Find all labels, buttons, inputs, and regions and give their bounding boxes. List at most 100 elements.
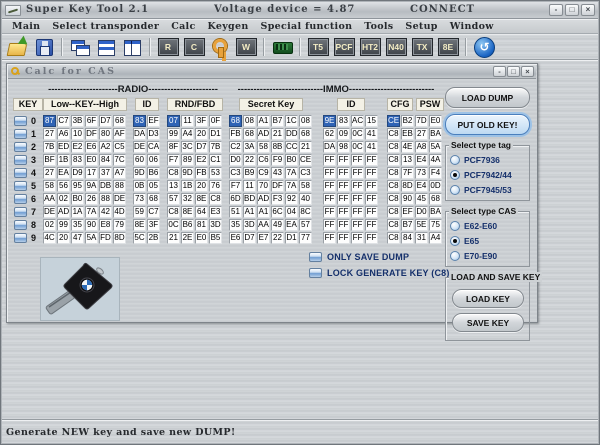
- hex-cell[interactable]: 99: [167, 128, 180, 140]
- hex-cell[interactable]: A4: [181, 128, 194, 140]
- hex-cell[interactable]: 73: [415, 167, 428, 179]
- hex-cell[interactable]: CC: [285, 141, 298, 153]
- hex-cell[interactable]: AD: [257, 128, 270, 140]
- hex-cell[interactable]: A8: [415, 141, 428, 153]
- hex-cell[interactable]: C2: [229, 141, 242, 153]
- hex-cell[interactable]: 98: [337, 141, 350, 153]
- radio-pcf7942-44[interactable]: PCF7942/44: [450, 167, 525, 182]
- hex-cell[interactable]: 58: [299, 180, 312, 192]
- hex-cell[interactable]: 68: [229, 115, 242, 127]
- ht2-button[interactable]: HT2: [358, 36, 382, 58]
- checkbox-only-save-dump[interactable]: ONLY SAVE DUMP: [309, 249, 450, 265]
- hex-cell[interactable]: DA: [323, 141, 336, 153]
- hex-cell[interactable]: E4: [415, 180, 428, 192]
- hex-cell[interactable]: AD: [57, 206, 70, 218]
- hex-cell[interactable]: 80: [99, 128, 112, 140]
- hex-cell[interactable]: 0C: [351, 141, 364, 153]
- hex-cell[interactable]: C9: [257, 167, 270, 179]
- hex-cell[interactable]: 84: [99, 154, 112, 166]
- menu-keygen[interactable]: Keygen: [203, 20, 254, 33]
- hex-cell[interactable]: EF: [147, 115, 160, 127]
- hex-cell[interactable]: 15: [365, 115, 378, 127]
- hex-cell[interactable]: FF: [351, 167, 364, 179]
- hex-cell[interactable]: 6F: [85, 115, 98, 127]
- hex-cell[interactable]: 8F: [167, 141, 180, 153]
- back-button[interactable]: [472, 36, 496, 58]
- hex-cell[interactable]: D1: [285, 232, 298, 244]
- hex-cell[interactable]: 02: [43, 219, 56, 231]
- hex-cell[interactable]: FF: [365, 206, 378, 218]
- hex-cell[interactable]: 89: [181, 154, 194, 166]
- hex-cell[interactable]: 75: [429, 219, 442, 231]
- hex-cell[interactable]: 42: [99, 206, 112, 218]
- hex-cell[interactable]: B2: [401, 115, 414, 127]
- hex-cell[interactable]: FF: [337, 154, 350, 166]
- hex-cell[interactable]: DA: [133, 128, 146, 140]
- hex-cell[interactable]: C8: [387, 180, 400, 192]
- write-button[interactable]: W: [234, 36, 258, 58]
- tile-horizontal-button[interactable]: [94, 36, 118, 58]
- hex-cell[interactable]: E6: [85, 141, 98, 153]
- hex-cell[interactable]: 8E: [133, 219, 146, 231]
- hex-cell[interactable]: 9A: [85, 180, 98, 192]
- hex-cell[interactable]: 57: [299, 219, 312, 231]
- hex-cell[interactable]: 0F: [209, 115, 222, 127]
- hex-cell[interactable]: 90: [85, 219, 98, 231]
- hex-cell[interactable]: 68: [429, 193, 442, 205]
- hex-cell[interactable]: 05: [147, 180, 160, 192]
- hex-cell[interactable]: FF: [351, 180, 364, 192]
- hex-cell[interactable]: 70: [257, 180, 270, 192]
- hex-cell[interactable]: E0: [195, 232, 208, 244]
- menu-calc[interactable]: Calc: [166, 20, 200, 33]
- load-key-button[interactable]: LOAD KEY: [452, 289, 524, 308]
- hex-cell[interactable]: 8E: [181, 206, 194, 218]
- hex-cell[interactable]: 8B: [271, 141, 284, 153]
- menu-main[interactable]: Main: [7, 20, 45, 33]
- hex-cell[interactable]: 8D: [401, 180, 414, 192]
- hex-cell[interactable]: 7A: [285, 180, 298, 192]
- hex-cell[interactable]: DE: [113, 193, 126, 205]
- hex-cell[interactable]: FF: [323, 180, 336, 192]
- hex-cell[interactable]: 83: [133, 115, 146, 127]
- radio-e70-e90[interactable]: E70-E90: [450, 248, 525, 263]
- hex-cell[interactable]: DF: [85, 128, 98, 140]
- hex-cell[interactable]: C6: [257, 154, 270, 166]
- hex-cell[interactable]: BA: [429, 128, 442, 140]
- hex-cell[interactable]: D3: [147, 128, 160, 140]
- hex-cell[interactable]: 6D: [229, 193, 242, 205]
- hex-cell[interactable]: 20: [195, 128, 208, 140]
- hex-cell[interactable]: 07: [167, 115, 180, 127]
- hex-cell[interactable]: 0C: [167, 219, 180, 231]
- hex-cell[interactable]: 83: [71, 154, 84, 166]
- hex-cell[interactable]: 3F: [147, 219, 160, 231]
- hex-cell[interactable]: A7: [113, 167, 126, 179]
- menu-tools[interactable]: Tools: [359, 20, 398, 33]
- hex-cell[interactable]: 32: [181, 193, 194, 205]
- maximize-button[interactable]: □: [565, 4, 579, 16]
- hex-cell[interactable]: FF: [323, 154, 336, 166]
- hex-cell[interactable]: 0D: [429, 180, 442, 192]
- hex-cell[interactable]: 09: [337, 128, 350, 140]
- hex-cell[interactable]: 41: [365, 128, 378, 140]
- hex-cell[interactable]: EA: [57, 167, 70, 179]
- hex-cell[interactable]: F7: [167, 154, 180, 166]
- hex-cell[interactable]: FF: [351, 232, 364, 244]
- minimize-button[interactable]: -: [549, 4, 563, 16]
- close-button[interactable]: ×: [581, 4, 595, 16]
- hex-cell[interactable]: E6: [229, 232, 242, 244]
- hex-cell[interactable]: 5A: [429, 141, 442, 153]
- cascade-windows-button[interactable]: [68, 36, 92, 58]
- calc-close-button[interactable]: ×: [521, 66, 534, 77]
- hex-cell[interactable]: 3D: [243, 219, 256, 231]
- hex-cell[interactable]: D9: [71, 167, 84, 179]
- hex-cell[interactable]: 04: [285, 206, 298, 218]
- hex-cell[interactable]: FF: [337, 219, 350, 231]
- hex-cell[interactable]: D1: [209, 128, 222, 140]
- hex-cell[interactable]: C7: [57, 115, 70, 127]
- hex-cell[interactable]: 35: [71, 219, 84, 231]
- hex-cell[interactable]: FB: [195, 167, 208, 179]
- t5-button[interactable]: T5: [306, 36, 330, 58]
- hex-cell[interactable]: A6: [57, 128, 70, 140]
- hex-cell[interactable]: FF: [365, 193, 378, 205]
- hex-cell[interactable]: 68: [299, 128, 312, 140]
